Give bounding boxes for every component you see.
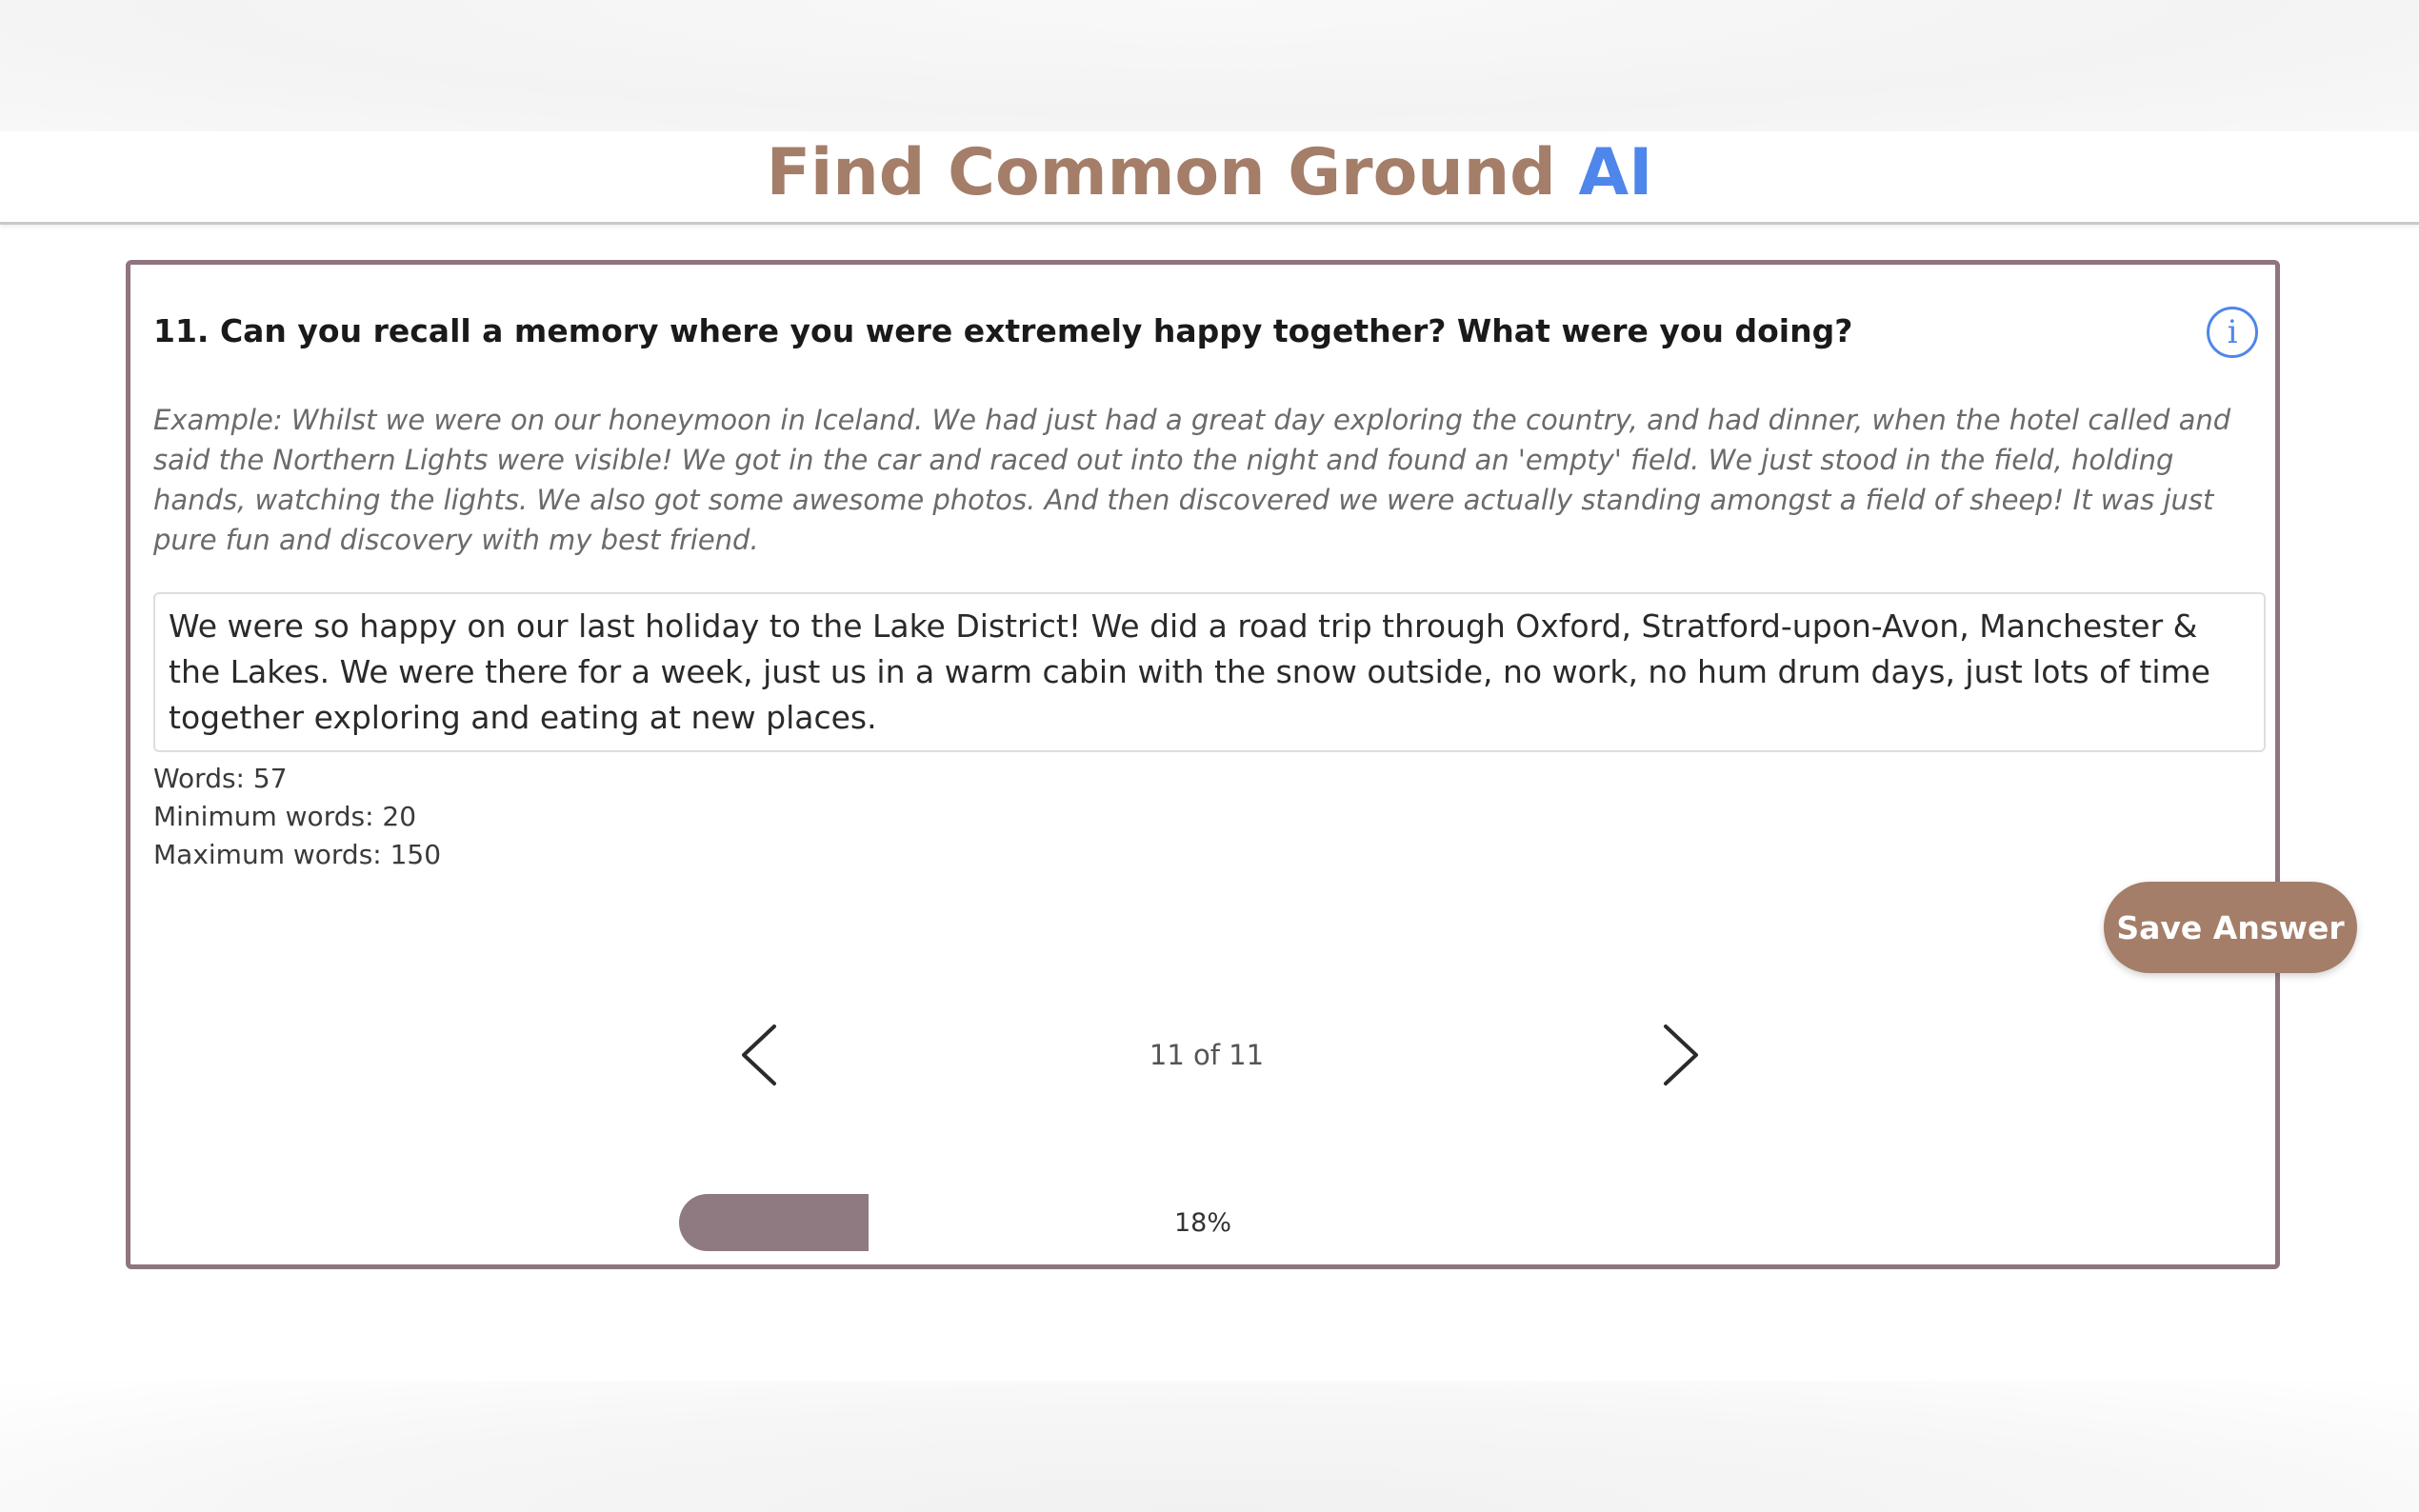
page: Find Common Ground AI 11. Can you recall… [0,0,2419,1512]
minimum-words: Minimum words: 20 [153,801,417,832]
word-stats: Words: 57 Minimum words: 20 Maximum word… [153,760,441,874]
app-title: Find Common Ground AI [767,135,1653,210]
app-title-main: Find Common Ground [766,135,1556,210]
answer-textarea[interactable]: We were so happy on our last holiday to … [153,592,2266,752]
info-icon[interactable]: i [2207,307,2258,358]
question-card: 11. Can you recall a memory where you we… [126,260,2357,1269]
next-question-button[interactable] [1643,1017,1719,1093]
app-title-accent: AI [1578,135,1653,210]
word-count: Words: 57 [153,763,288,794]
chevron-left-icon [742,1025,776,1085]
question-row: 11. Can you recall a memory where you we… [153,307,2258,364]
save-answer-button[interactable]: Save Answer [2104,882,2357,973]
previous-question-button[interactable] [721,1017,797,1093]
app-header: Find Common Ground AI [0,131,2419,225]
question-title: 11. Can you recall a memory where you we… [153,312,1853,349]
info-glyph: i [2227,313,2238,351]
progress-bar-fill [679,1194,869,1251]
page-counter: 11 of 11 [1149,1039,1265,1071]
chevron-right-icon [1664,1025,1698,1085]
bottom-background [0,1381,2419,1512]
maximum-words: Maximum words: 150 [153,839,442,870]
top-background [0,0,2419,133]
example-answer-text: Example: Whilst we were on our honeymoon… [153,404,2231,556]
question-navigation: 11 of 11 [130,1017,2275,1093]
progress-percent: 18% [1173,1207,1231,1238]
